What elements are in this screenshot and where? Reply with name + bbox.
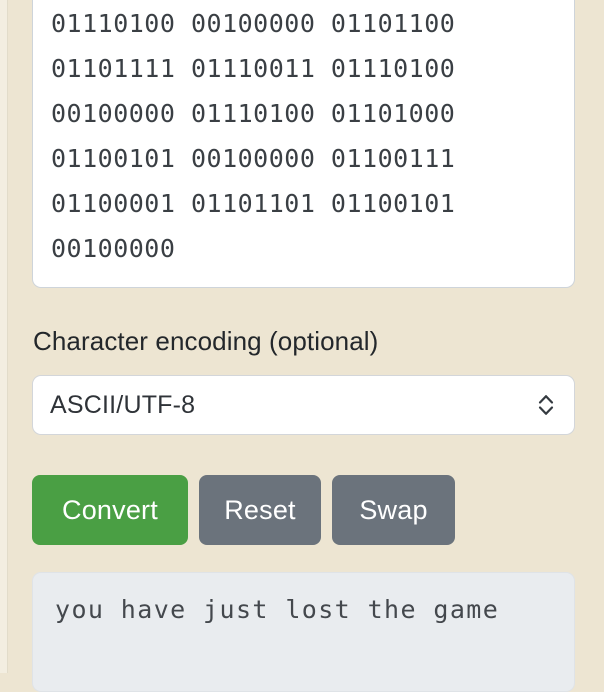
character-encoding-selected-value: ASCII/UTF-8 (50, 390, 196, 419)
binary-line: 01100101 00100000 01100111 (51, 144, 456, 173)
binary-line: 00100000 (51, 234, 176, 263)
binary-line: 01110100 00100000 01101100 (51, 9, 456, 38)
binary-converter-app: 01110100 00100000 01101100 01101111 0111… (0, 0, 604, 692)
character-encoding-select[interactable]: ASCII/UTF-8 (32, 375, 575, 435)
swap-button[interactable]: Swap (332, 475, 455, 545)
output-textarea[interactable]: you have just lost the game (32, 572, 575, 692)
output-text: you have just lost the game (55, 595, 500, 624)
binary-line: 00100000 01110100 01101000 (51, 99, 456, 128)
action-button-row: Convert Reset Swap (32, 475, 455, 545)
page-gutter (0, 0, 8, 673)
reset-button[interactable]: Reset (199, 475, 321, 545)
chevron-up-down-icon (536, 392, 556, 418)
binary-input-textarea[interactable]: 01110100 00100000 01101100 01101111 0111… (32, 0, 575, 288)
binary-line: 01100001 01101101 01100101 (51, 189, 456, 218)
convert-button[interactable]: Convert (32, 475, 188, 545)
character-encoding-label: Character encoding (optional) (33, 326, 379, 356)
binary-line: 01101111 01110011 01110100 (51, 54, 456, 83)
